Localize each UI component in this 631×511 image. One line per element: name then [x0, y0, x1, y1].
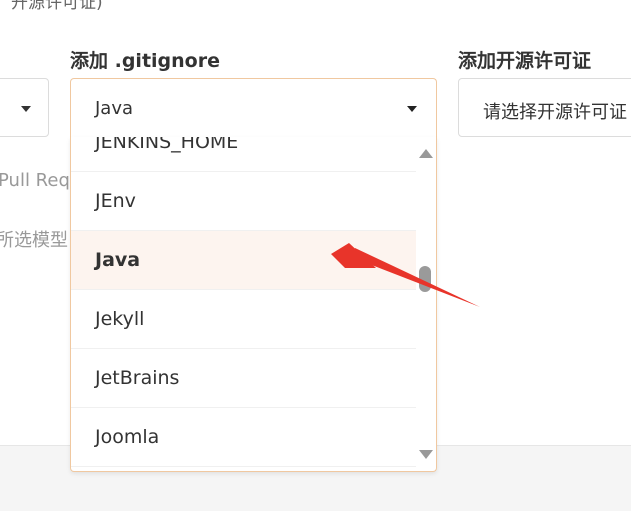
option-jekyll[interactable]: Jekyll: [71, 290, 416, 349]
dropdown-scrollbar[interactable]: [414, 137, 436, 471]
license-label: 添加开源许可证: [458, 50, 592, 72]
chevron-down-icon: [21, 106, 31, 112]
left-select[interactable]: [0, 78, 49, 137]
license-placeholder: 请选择开源许可证: [483, 102, 627, 123]
option-java[interactable]: Java: [71, 231, 416, 290]
option-jenv[interactable]: JEnv: [71, 172, 416, 231]
pull-request-text: Pull Req: [0, 170, 70, 191]
license-select[interactable]: 请选择开源许可证: [458, 78, 631, 137]
option-jetbrains[interactable]: JetBrains: [71, 349, 416, 408]
clipped-heading-text: 、开源许可证): [0, 0, 103, 13]
gitignore-label: 添加 .gitignore: [70, 50, 220, 72]
option-joomla[interactable]: Joomla: [71, 408, 416, 467]
chevron-down-icon: [407, 106, 417, 112]
gitignore-selected-value: Java: [95, 98, 134, 119]
gitignore-dropdown-list: JENKINS_HOME JEnv Java Jekyll JetBrains …: [70, 137, 437, 472]
scroll-up-icon[interactable]: [419, 149, 433, 158]
model-text: 所选模型: [0, 230, 68, 251]
scroll-down-icon[interactable]: [419, 450, 433, 459]
scroll-thumb[interactable]: [419, 266, 431, 292]
option-list: JENKINS_HOME JEnv Java Jekyll JetBrains …: [71, 137, 416, 467]
gitignore-select[interactable]: Java: [70, 78, 437, 137]
option-jenkins-home[interactable]: JENKINS_HOME: [71, 137, 416, 172]
